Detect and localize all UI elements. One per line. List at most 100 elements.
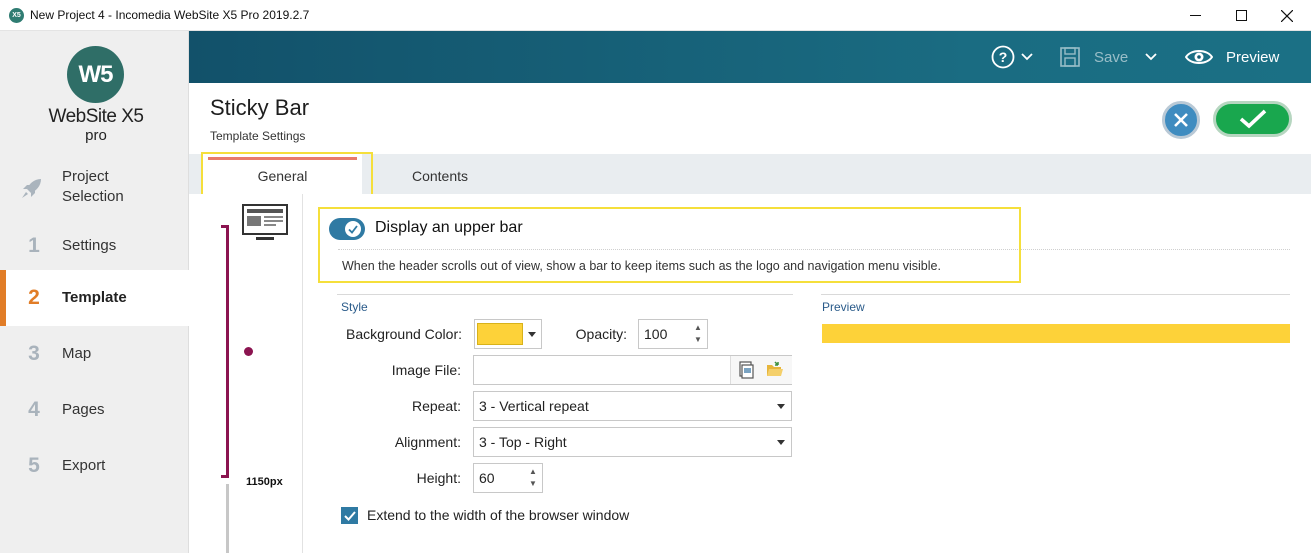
breakpoint-marker[interactable] [244,347,253,356]
divider [337,294,793,295]
page-header: Sticky Bar Template Settings [189,83,1311,154]
alignment-select[interactable]: 3 - Top - Right [473,427,792,457]
opacity-label: Opacity: [575,326,627,342]
check-icon [348,224,358,234]
logo-edition: pro [85,127,107,144]
sidebar-item-label: Export [62,457,106,474]
preview-label: Preview [1226,48,1280,66]
minimize-button[interactable] [1172,0,1218,31]
logo-mark: W5 [67,46,124,103]
save-icon [1060,47,1080,67]
help-menu-button[interactable]: ? [991,31,1033,83]
main-content: 1150px Display an upper bar When the hea… [189,194,1311,553]
device-panel: 1150px [189,194,303,553]
save-label: Save [1094,48,1129,66]
sidebar-item-settings[interactable]: 1 Settings [0,218,189,274]
active-tab-indicator [208,157,357,160]
sidebar: W5 WebSite X5 pro Project Selection 1 Se… [0,31,189,553]
breakpoint-line-cap [221,475,229,478]
opacity-stepper[interactable]: 100 ▲ ▼ [638,319,708,349]
sidebar-item-label: Template [62,289,127,306]
spin-down-icon[interactable]: ▼ [528,479,538,489]
rocket-icon [22,179,41,198]
upper-bar-description: When the header scrolls out of view, sho… [342,259,941,273]
window-titlebar: X5 New Project 4 - Incomedia WebSite X5 … [0,0,1311,31]
extend-width-label: Extend to the width of the browser windo… [367,507,630,523]
tab-bar: General Contents [189,154,1311,194]
app-icon: X5 [9,8,24,23]
sidebar-item-label: Pages [62,401,105,418]
preview-section-label: Preview [822,300,865,314]
close-icon [1281,9,1293,22]
minimize-icon [1189,15,1201,16]
display-upper-bar-toggle[interactable] [329,218,365,240]
alignment-value: 3 - Top - Right [479,434,567,450]
background-color-label: Background Color: [346,326,462,342]
folder-open-icon[interactable] [766,361,784,379]
step-number: 5 [28,454,40,477]
eye-icon [1185,50,1213,64]
save-options-button[interactable] [1145,31,1157,83]
sidebar-item-project-selection[interactable]: Project Selection [0,163,189,219]
breakpoint-line [226,225,229,478]
ok-button[interactable] [1213,101,1292,137]
sticky-bar-preview [822,324,1290,343]
breakpoint-line-inactive [226,484,229,553]
divider [821,294,1290,295]
tab-label: General [257,168,308,184]
step-number: 3 [28,342,40,365]
image-file-input[interactable] [473,355,792,385]
repeat-select[interactable]: 3 - Vertical repeat [473,391,792,421]
file-actions [730,356,792,384]
height-stepper[interactable]: 60 ▲ ▼ [473,463,543,493]
help-icon: ? [991,45,1015,69]
repeat-label: Repeat: [411,398,461,414]
sidebar-item-pages[interactable]: 4 Pages [0,382,189,438]
sidebar-item-export[interactable]: 5 Export [0,438,189,494]
window-title: New Project 4 - Incomedia WebSite X5 Pro… [30,8,310,22]
upper-bar-label: Display an upper bar [375,219,523,236]
logo-name: WebSite X5 [48,106,144,127]
monitor-icon[interactable] [242,204,288,244]
sidebar-item-label: Project Selection [62,168,124,205]
sidebar-item-template[interactable]: 2 Template [0,270,189,326]
tab-general[interactable]: General [203,154,362,194]
sidebar-item-label: Map [62,345,92,362]
logo: W5 WebSite X5 pro [46,46,146,146]
save-button[interactable]: Save [1060,31,1128,83]
file-library-icon[interactable] [737,361,755,379]
close-icon [1174,113,1188,127]
maximize-icon [1235,10,1247,21]
alignment-label: Alignment: [394,434,461,450]
opacity-value: 100 [644,326,668,342]
preview-button[interactable]: Preview [1185,31,1279,83]
tab-contents[interactable]: Contents [361,154,519,194]
top-toolbar: ? Save Preview [189,31,1311,83]
repeat-value: 3 - Vertical repeat [479,398,589,414]
sidebar-item-label: Settings [62,237,117,254]
page-subtitle: Template Settings [210,129,306,143]
style-section-label: Style [341,300,368,314]
cancel-button[interactable] [1162,101,1200,139]
breakpoint-width-label: 1150px [246,476,283,488]
checkmark-icon [1239,109,1266,129]
extend-width-checkbox[interactable] [341,507,358,524]
spin-up-icon[interactable]: ▲ [693,323,703,333]
check-icon [343,510,356,521]
chevron-down-icon [1145,53,1157,61]
height-value: 60 [479,470,495,486]
sidebar-item-map[interactable]: 3 Map [0,326,189,382]
step-number: 1 [28,234,40,257]
tab-label: Contents [411,168,469,184]
chevron-down-icon [1021,53,1033,61]
page-title: Sticky Bar [210,95,310,120]
maximize-button[interactable] [1218,0,1264,31]
image-file-label: Image File: [391,362,461,378]
spin-down-icon[interactable]: ▼ [693,335,703,345]
step-number: 2 [28,286,40,309]
spin-up-icon[interactable]: ▲ [528,467,538,477]
toggle-knob [345,221,361,237]
dropdown-caret-icon [777,404,785,409]
dropdown-caret-icon [777,440,785,445]
close-window-button[interactable] [1264,0,1310,31]
